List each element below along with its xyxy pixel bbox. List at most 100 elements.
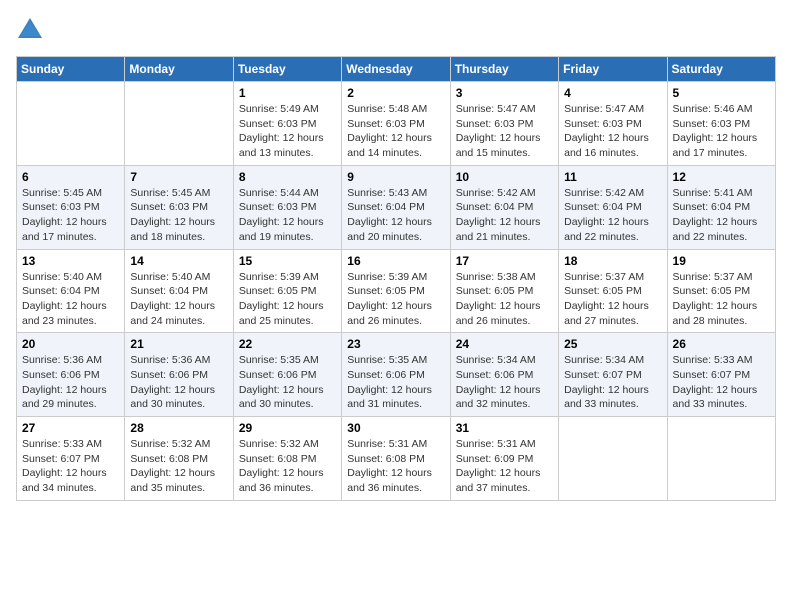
day-number: 19 <box>673 254 770 268</box>
sunset-text: Sunset: 6:03 PM <box>22 200 119 215</box>
calendar-cell: 7 Sunrise: 5:45 AMSunset: 6:03 PMDaylight… <box>125 165 233 249</box>
calendar-table: SundayMondayTuesdayWednesdayThursdayFrid… <box>16 56 776 501</box>
daylight-text: Daylight: 12 hours and 35 minutes. <box>130 466 227 495</box>
calendar-cell: 2Sunrise: 5:48 AMSunset: 6:03 PMDaylight… <box>342 82 450 166</box>
calendar-cell: 6Sunrise: 5:45 AMSunset: 6:03 PMDaylight… <box>17 165 125 249</box>
sunrise-text: Sunrise: 5:33 AM <box>22 437 119 452</box>
weekday-header-sunday: Sunday <box>17 57 125 82</box>
day-number: 31 <box>456 421 553 435</box>
daylight-text: Daylight: 12 hours and 28 minutes. <box>673 299 770 328</box>
sunrise-text: Sunrise: 5:47 AM <box>456 102 553 117</box>
day-info: Sunrise: 5:32 AMSunset: 6:08 PMDaylight:… <box>130 437 227 496</box>
day-info: Sunrise: 5:36 AMSunset: 6:06 PMDaylight:… <box>22 353 119 412</box>
day-number: 18 <box>564 254 661 268</box>
day-info: Sunrise: 5:37 AMSunset: 6:05 PMDaylight:… <box>673 270 770 329</box>
sunrise-text: Sunrise: 5:37 AM <box>673 270 770 285</box>
daylight-text: Daylight: 12 hours and 26 minutes. <box>456 299 553 328</box>
sunrise-text: Sunrise: 5:37 AM <box>564 270 661 285</box>
daylight-text: Daylight: 12 hours and 19 minutes. <box>239 215 336 244</box>
calendar-week-row: 6Sunrise: 5:45 AMSunset: 6:03 PMDaylight… <box>17 165 776 249</box>
sunrise-text: Sunrise: 5:42 AM <box>456 186 553 201</box>
daylight-text: Daylight: 12 hours and 36 minutes. <box>347 466 444 495</box>
calendar-cell: 15 Sunrise: 5:39 AMSunset: 6:05 PMDayligh… <box>233 249 341 333</box>
daylight-text: Daylight: 12 hours and 26 minutes. <box>347 299 444 328</box>
calendar-week-row: 13Sunrise: 5:40 AMSunset: 6:04 PMDayligh… <box>17 249 776 333</box>
sunrise-text: Sunrise: 5:42 AM <box>564 186 661 201</box>
calendar-cell: 3Sunrise: 5:47 AMSunset: 6:03 PMDaylight… <box>450 82 558 166</box>
calendar-cell: 19 Sunrise: 5:37 AMSunset: 6:05 PMDayligh… <box>667 249 775 333</box>
sunset-text: Sunset: 6:08 PM <box>239 452 336 467</box>
day-number: 15 <box>239 254 336 268</box>
calendar-cell: 13Sunrise: 5:40 AMSunset: 6:04 PMDayligh… <box>17 249 125 333</box>
day-number: 10 <box>456 170 553 184</box>
daylight-text: Daylight: 12 hours and 29 minutes. <box>22 383 119 412</box>
sunrise-text: Sunrise: 5:31 AM <box>456 437 553 452</box>
sunset-text: Sunset: 6:04 PM <box>564 200 661 215</box>
sunrise-text: Sunrise: 5:44 AM <box>239 186 336 201</box>
day-info: Sunrise: 5:42 AMSunset: 6:04 PMDaylight:… <box>564 186 661 245</box>
day-number: 26 <box>673 337 770 351</box>
daylight-text: Daylight: 12 hours and 27 minutes. <box>564 299 661 328</box>
day-info: Sunrise: 5:39 AMSunset: 6:05 PMDaylight:… <box>239 270 336 329</box>
day-info: Sunrise: 5:45 AMSunset: 6:03 PMDaylight:… <box>130 186 227 245</box>
day-info: Sunrise: 5:38 AMSunset: 6:05 PMDaylight:… <box>456 270 553 329</box>
daylight-text: Daylight: 12 hours and 22 minutes. <box>564 215 661 244</box>
sunrise-text: Sunrise: 5:47 AM <box>564 102 661 117</box>
day-info: Sunrise: 5:47 AMSunset: 6:03 PMDaylight:… <box>456 102 553 161</box>
day-number: 16 <box>347 254 444 268</box>
calendar-cell: 4Sunrise: 5:47 AMSunset: 6:03 PMDaylight… <box>559 82 667 166</box>
calendar-cell <box>125 82 233 166</box>
calendar-cell: 1 Sunrise: 5:49 AMSunset: 6:03 PMDaylight… <box>233 82 341 166</box>
calendar-cell: 21Sunrise: 5:36 AMSunset: 6:06 PMDayligh… <box>125 333 233 417</box>
sunset-text: Sunset: 6:05 PM <box>673 284 770 299</box>
sunset-text: Sunset: 6:05 PM <box>456 284 553 299</box>
calendar-cell: 26Sunrise: 5:33 AMSunset: 6:07 PMDayligh… <box>667 333 775 417</box>
sunset-text: Sunset: 6:04 PM <box>673 200 770 215</box>
day-info: Sunrise: 5:46 AMSunset: 6:03 PMDaylight:… <box>673 102 770 161</box>
logo-icon <box>16 16 44 44</box>
day-info: Sunrise: 5:42 AMSunset: 6:04 PMDaylight:… <box>456 186 553 245</box>
sunset-text: Sunset: 6:03 PM <box>239 200 336 215</box>
weekday-header-wednesday: Wednesday <box>342 57 450 82</box>
daylight-text: Daylight: 12 hours and 31 minutes. <box>347 383 444 412</box>
day-info: Sunrise: 5:31 AMSunset: 6:09 PMDaylight:… <box>456 437 553 496</box>
daylight-text: Daylight: 12 hours and 30 minutes. <box>130 383 227 412</box>
day-info: Sunrise: 5:40 AMSunset: 6:04 PMDaylight:… <box>130 270 227 329</box>
calendar-cell: 10 Sunrise: 5:42 AMSunset: 6:04 PMDayligh… <box>450 165 558 249</box>
calendar-cell: 16 Sunrise: 5:39 AMSunset: 6:05 PMDayligh… <box>342 249 450 333</box>
sunrise-text: Sunrise: 5:33 AM <box>673 353 770 368</box>
day-number: 7 <box>130 170 227 184</box>
daylight-text: Daylight: 12 hours and 33 minutes. <box>564 383 661 412</box>
day-info: Sunrise: 5:34 AMSunset: 6:07 PMDaylight:… <box>564 353 661 412</box>
sunset-text: Sunset: 6:03 PM <box>130 200 227 215</box>
sunrise-text: Sunrise: 5:36 AM <box>22 353 119 368</box>
daylight-text: Daylight: 12 hours and 36 minutes. <box>239 466 336 495</box>
calendar-cell: 12Sunrise: 5:41 AMSunset: 6:04 PMDayligh… <box>667 165 775 249</box>
day-info: Sunrise: 5:35 AMSunset: 6:06 PMDaylight:… <box>239 353 336 412</box>
calendar-cell: 29 Sunrise: 5:32 AMSunset: 6:08 PMDayligh… <box>233 417 341 501</box>
day-info: Sunrise: 5:32 AMSunset: 6:08 PMDaylight:… <box>239 437 336 496</box>
daylight-text: Daylight: 12 hours and 13 minutes. <box>239 131 336 160</box>
day-info: Sunrise: 5:49 AMSunset: 6:03 PMDaylight:… <box>239 102 336 161</box>
day-info: Sunrise: 5:39 AMSunset: 6:05 PMDaylight:… <box>347 270 444 329</box>
calendar-cell: 5Sunrise: 5:46 AMSunset: 6:03 PMDaylight… <box>667 82 775 166</box>
sunset-text: Sunset: 6:03 PM <box>239 117 336 132</box>
day-number: 1 <box>239 86 336 100</box>
day-number: 30 <box>347 421 444 435</box>
calendar-cell: 30 Sunrise: 5:31 AMSunset: 6:08 PMDayligh… <box>342 417 450 501</box>
day-number: 29 <box>239 421 336 435</box>
sunset-text: Sunset: 6:03 PM <box>673 117 770 132</box>
day-info: Sunrise: 5:47 AMSunset: 6:03 PMDaylight:… <box>564 102 661 161</box>
sunset-text: Sunset: 6:09 PM <box>456 452 553 467</box>
day-number: 20 <box>22 337 119 351</box>
day-number: 8 <box>239 170 336 184</box>
day-info: Sunrise: 5:31 AMSunset: 6:08 PMDaylight:… <box>347 437 444 496</box>
sunrise-text: Sunrise: 5:32 AM <box>130 437 227 452</box>
sunset-text: Sunset: 6:08 PM <box>130 452 227 467</box>
sunset-text: Sunset: 6:03 PM <box>564 117 661 132</box>
daylight-text: Daylight: 12 hours and 22 minutes. <box>673 215 770 244</box>
calendar-cell: 27Sunrise: 5:33 AMSunset: 6:07 PMDayligh… <box>17 417 125 501</box>
day-info: Sunrise: 5:36 AMSunset: 6:06 PMDaylight:… <box>130 353 227 412</box>
weekday-header-saturday: Saturday <box>667 57 775 82</box>
sunrise-text: Sunrise: 5:43 AM <box>347 186 444 201</box>
